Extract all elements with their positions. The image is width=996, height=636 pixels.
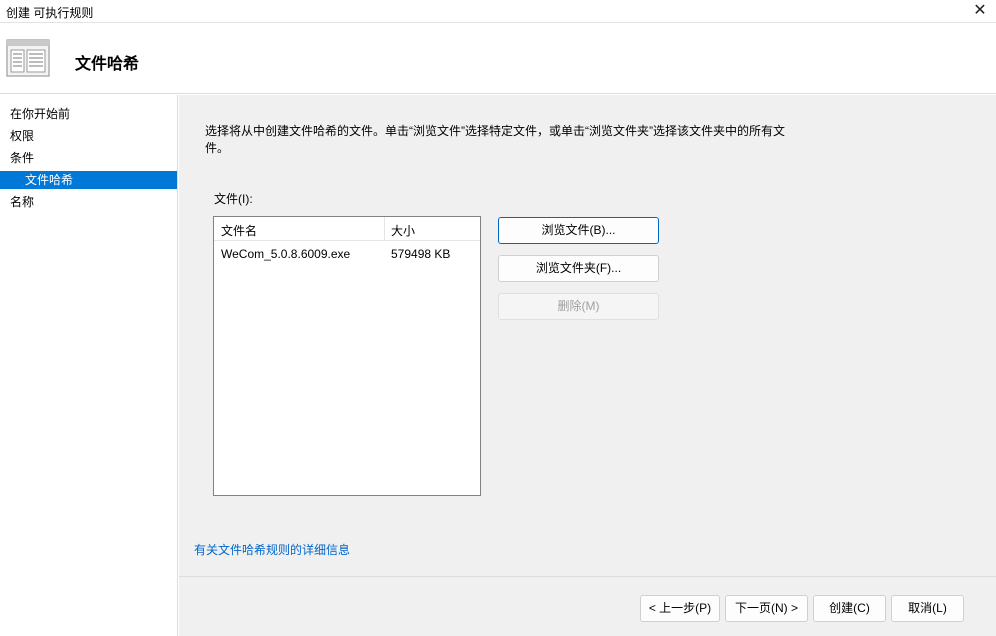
file-hash-rules-help-link[interactable]: 有关文件哈希规则的详细信息 [194,541,350,558]
browse-folder-button[interactable]: 浏览文件夹(F)... [498,255,659,282]
file-list-header: 文件名 大小 [214,217,480,241]
instructions-text: 选择将从中创建文件哈希的文件。单击“浏览文件”选择特定文件，或单击“浏览文件夹”… [205,124,785,155]
window-list-icon [6,39,50,77]
files-label: 文件(I): [214,192,253,206]
column-header-size[interactable]: 大小 [391,222,415,239]
wizard-steps-sidebar: 在你开始前 权限 条件 文件哈希 名称 [0,95,178,636]
sidebar-item-file-hash[interactable]: 文件哈希 [0,171,177,189]
column-divider[interactable] [384,217,385,241]
table-row[interactable]: WeCom_5.0.8.6009.exe 579498 KB [214,244,480,264]
create-button[interactable]: 创建(C) [813,595,886,622]
footer-divider [179,576,996,577]
window-title: 创建 可执行规则 [6,6,94,20]
back-button[interactable]: < 上一步(P) [640,595,720,622]
file-name-cell: WeCom_5.0.8.6009.exe [221,247,351,261]
main-content: 选择将从中创建文件哈希的文件。单击“浏览文件”选择特定文件，或单击“浏览文件夹”… [179,95,996,636]
cancel-button[interactable]: 取消(L) [891,595,964,622]
file-list[interactable]: 文件名 大小 WeCom_5.0.8.6009.exe 579498 KB [213,216,481,496]
sidebar-item-conditions[interactable]: 条件 [0,149,177,167]
page-title: 文件哈希 [75,56,140,73]
delete-button[interactable]: 删除(M) [498,293,659,320]
column-header-filename[interactable]: 文件名 [221,222,257,239]
sidebar-item-before-you-begin[interactable]: 在你开始前 [0,105,177,123]
file-size-cell: 579498 KB [391,247,451,261]
next-button[interactable]: 下一页(N) > [725,595,808,622]
wizard-header: 文件哈希 [0,22,996,94]
close-icon[interactable]: ✕ [970,0,990,22]
title-bar: 创建 可执行规则 ✕ [0,0,996,22]
sidebar-item-permissions[interactable]: 权限 [0,127,177,145]
browse-files-button[interactable]: 浏览文件(B)... [498,217,659,244]
sidebar-item-name[interactable]: 名称 [0,193,177,211]
